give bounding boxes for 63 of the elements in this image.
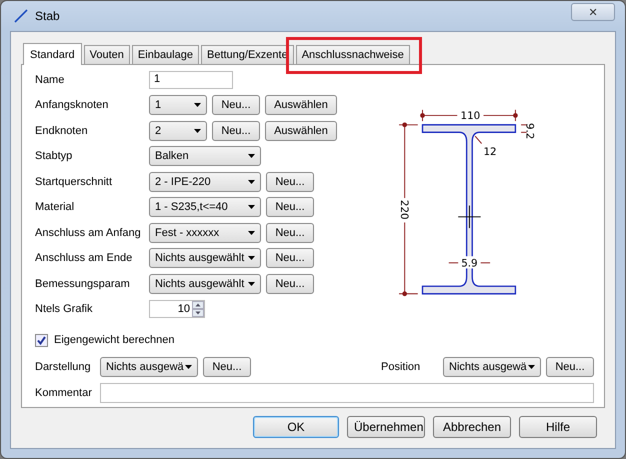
dropdown[interactable]: Nichts ausgewä [100,357,198,377]
dropdown[interactable]: 2 [149,120,207,141]
checkbox[interactable] [35,334,48,346]
push-button[interactable]: Auswählen [265,120,337,141]
caret-icon [248,282,255,286]
field-label: Ntels Grafik [35,303,94,316]
close-button[interactable]: ✕ [571,3,615,21]
dialog-button[interactable]: Hilfe [519,416,597,438]
caret-icon [194,103,201,108]
push-button[interactable]: Neu... [203,357,251,377]
tab[interactable]: Einbaulage [132,45,199,64]
caret-icon [248,230,255,235]
dialog-button[interactable]: OK [253,416,339,438]
field-label: Position [381,361,422,373]
caret-icon [194,128,201,133]
i-beam-drawing: 110 9.2 12 220 5.9 [368,89,594,339]
field-label: Anschluss am Anfang [35,226,142,239]
dropdown[interactable]: 1 [149,95,207,116]
field-label: Material [35,201,76,214]
tab[interactable]: Bettung/Exzente [200,45,294,64]
caret-icon [248,154,255,158]
dropdown[interactable]: Nichts ausgewählt [149,248,261,268]
push-button[interactable]: Neu... [266,274,314,294]
push-button[interactable]: Neu... [212,120,260,141]
field-label: Startquerschnitt [35,176,114,188]
comment-field[interactable] [100,383,594,403]
field-label: Endknoten [35,124,89,137]
name-field[interactable]: 1 [149,70,233,89]
push-button[interactable]: Neu... [266,197,314,218]
caret-icon [528,365,535,369]
caret-icon [248,205,255,210]
field-label: Anfangsknoten [35,99,110,112]
tab[interactable]: Vouten [84,45,130,64]
push-button[interactable]: Neu... [212,95,260,116]
push-button[interactable]: Neu... [266,172,314,192]
push-button[interactable]: Neu... [266,222,314,243]
dropdown[interactable]: Balken [149,146,261,166]
checkbox-label: Eigengewicht berechnen [54,334,174,346]
tab[interactable]: Standard [23,43,82,65]
field-label: Stabtyp [35,150,74,162]
field-label: Kommentar [35,387,93,399]
dropdown[interactable]: Fest - xxxxxx [149,222,261,243]
spin-field[interactable]: 10 [149,300,205,318]
caret-icon [248,180,255,184]
dropdown[interactable]: 1 - S235,t<=40 [149,197,261,218]
caret-icon [185,365,192,369]
push-button[interactable]: Auswählen [265,95,337,116]
line-icon [13,8,29,24]
field-label: Anschluss am Ende [35,252,134,264]
tab[interactable]: Anschlussnachweise [296,45,410,64]
dialog-button[interactable]: Übernehmen [347,416,425,438]
field-label: Name [35,74,66,86]
dropdown[interactable]: Nichts ausgewä [443,357,541,377]
dialog-button[interactable]: Abbrechen [433,416,511,438]
dropdown[interactable]: 2 - IPE-220 [149,172,261,192]
field-label: Bemessungsparam [35,278,131,290]
spin-arrows-icon[interactable] [192,301,204,318]
window-title: Stab [35,9,60,23]
push-button[interactable]: Neu... [266,248,314,268]
dropdown[interactable]: Nichts ausgewählt [149,274,261,294]
caret-icon [248,256,255,260]
push-button[interactable]: Neu... [546,357,594,377]
field-label: Darstellung [35,361,92,373]
